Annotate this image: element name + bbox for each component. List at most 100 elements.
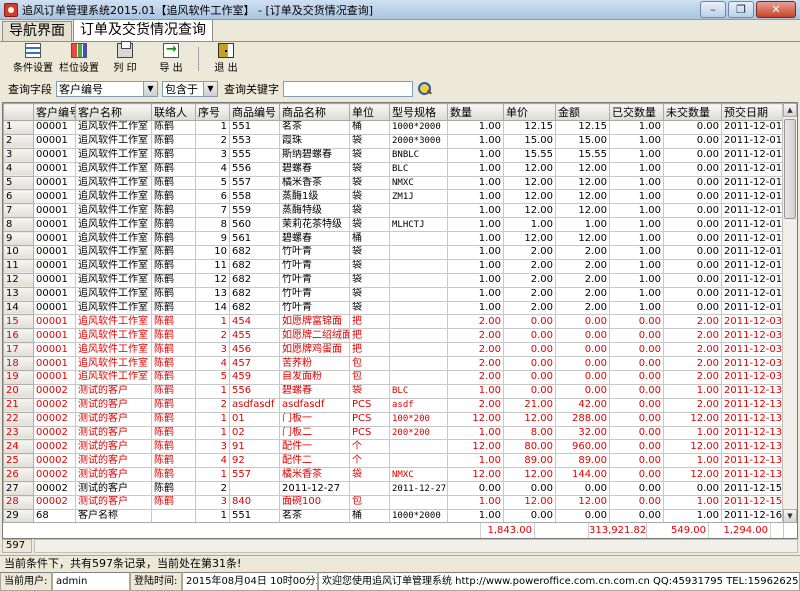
column-header[interactable]: 序号 <box>195 103 230 121</box>
cell-date[interactable]: 2011-12-01 <box>721 217 784 233</box>
cell-cname[interactable]: 追风软件工作室 <box>75 258 152 274</box>
table-row[interactable]: 24 00002 测试的客户 陈鹤 3 91 配件一个 12.00 80.00 960.00 0.0… <box>3 439 784 455</box>
cell-pid[interactable]: 91 <box>229 439 280 455</box>
cell-pid[interactable]: 459 <box>229 370 280 385</box>
cell-pname[interactable]: 霞珠 <box>279 133 350 149</box>
table-row[interactable]: 26 00002 测试的客户 陈鹤 1 557 橘米香茶袋 NMXC 12.00 12.00 144… <box>3 467 784 483</box>
cell-price[interactable]: 2.00 <box>503 272 556 288</box>
query-keyword-input[interactable] <box>283 81 413 97</box>
table-row[interactable]: 5 00001 追风软件工作室 陈鹤 5 557 橘米香茶袋 NMXC 1.00 12.00 12.… <box>3 175 784 191</box>
table-row[interactable]: 27 00002 测试的客户 陈鹤 2 2011-12-27 2011-12-27 0.00 0… <box>3 481 784 497</box>
cell-pid[interactable]: 455 <box>229 328 280 344</box>
cell-pname[interactable]: 2011-12-27 <box>279 481 350 497</box>
cell-done[interactable]: 0.00 <box>609 411 664 427</box>
cell-amt[interactable]: 42.00 <box>555 397 610 413</box>
cell-unit[interactable]: 把 <box>349 328 390 344</box>
minimize-button[interactable]: – <box>700 1 726 18</box>
cell-seq[interactable]: 9 <box>195 231 230 247</box>
cell-date[interactable]: 2011-12-13 <box>721 411 784 427</box>
table-row[interactable]: 23 00002 测试的客户 陈鹤 1 02 门板二 PCS 200*200 1.00 8.00 32… <box>3 425 784 441</box>
cell-contact[interactable]: 陈鹤 <box>151 175 196 191</box>
cell-unit[interactable]: 袋 <box>349 258 390 274</box>
cell-cname[interactable]: 测试的客户 <box>75 467 152 483</box>
cell-spec[interactable] <box>389 342 448 358</box>
cell-undone[interactable]: 0.00 <box>663 120 722 135</box>
cell-spec[interactable]: 2000*3000 <box>389 133 448 149</box>
cell-price[interactable]: 8.00 <box>503 425 556 441</box>
cell-cid[interactable]: 00001 <box>33 300 76 316</box>
cell-amt[interactable]: 0.00 <box>555 481 610 497</box>
column-header[interactable]: 预交日期 <box>721 103 784 121</box>
cell-qty[interactable]: 1.00 <box>447 425 504 441</box>
cell-unit[interactable]: 袋 <box>349 272 390 288</box>
cell-contact[interactable]: 陈鹤 <box>151 300 196 316</box>
tab-navigation[interactable]: 导航界面 <box>2 21 72 41</box>
cell-spec[interactable] <box>389 272 448 288</box>
table-row[interactable]: 25 00002 测试的客户 陈鹤 4 92 配件二个 1.00 89.00 89.00 0.00 1… <box>3 453 784 469</box>
cell-date[interactable]: 2011-12-13 <box>721 397 784 413</box>
cell-qty[interactable]: 1.00 <box>447 272 504 288</box>
cell-spec[interactable]: BLC <box>389 161 448 177</box>
cell-price[interactable]: 0.00 <box>503 370 556 385</box>
cell-done[interactable]: 0.00 <box>609 439 664 455</box>
cell-pname[interactable]: 橘米香茶 <box>279 175 350 191</box>
cell-price[interactable]: 15.00 <box>503 133 556 149</box>
cell-unit[interactable]: PCS <box>349 425 390 441</box>
cell-date[interactable]: 2011-12-01 <box>721 147 784 163</box>
column-header[interactable]: 商品编号 <box>229 103 280 121</box>
cell-qty[interactable]: 2.00 <box>447 328 504 344</box>
row-number[interactable]: 1 <box>3 120 34 135</box>
cell-cid[interactable]: 00002 <box>33 467 76 483</box>
row-number[interactable]: 11 <box>3 258 34 274</box>
cell-seq[interactable]: 1 <box>195 383 230 399</box>
restore-button[interactable]: ❐ <box>728 1 754 18</box>
cell-date[interactable]: 2011-12-01 <box>721 161 784 177</box>
cell-date[interactable]: 2011-12-15 <box>721 481 784 497</box>
cell-pid[interactable]: 553 <box>229 133 280 149</box>
cell-amt[interactable]: 2.00 <box>555 300 610 316</box>
cell-price[interactable]: 12.00 <box>503 495 556 510</box>
cell-pid[interactable]: 557 <box>229 175 280 191</box>
cell-amt[interactable]: 2.00 <box>555 258 610 274</box>
cell-unit[interactable]: 袋 <box>349 189 390 205</box>
cell-unit[interactable]: 袋 <box>349 245 390 260</box>
cell-unit[interactable]: 桶 <box>349 120 390 135</box>
cell-pname[interactable]: 碧螺春 <box>279 383 350 399</box>
condition-settings-button[interactable]: 条件设置 <box>10 43 56 75</box>
cell-date[interactable]: 2011-12-03 <box>721 328 784 344</box>
cell-price[interactable]: 21.00 <box>503 397 556 413</box>
row-number[interactable]: 10 <box>3 245 34 260</box>
cell-spec[interactable] <box>389 203 448 219</box>
cell-qty[interactable]: 2.00 <box>447 397 504 413</box>
cell-undone[interactable]: 0.00 <box>663 175 722 191</box>
cell-undone[interactable]: 0.00 <box>663 161 722 177</box>
cell-cid[interactable]: 00001 <box>33 328 76 344</box>
cell-spec[interactable]: BNBLC <box>389 147 448 163</box>
cell-cid[interactable]: 00001 <box>33 120 76 135</box>
cell-unit[interactable]: 把 <box>349 314 390 330</box>
cell-cname[interactable]: 测试的客户 <box>75 495 152 510</box>
cell-pid[interactable]: 682 <box>229 286 280 302</box>
cell-date[interactable]: 2011-12-01 <box>721 300 784 316</box>
cell-cname[interactable]: 测试的客户 <box>75 439 152 455</box>
cell-unit[interactable]: 袋 <box>349 175 390 191</box>
row-number[interactable]: 26 <box>3 467 34 483</box>
cell-contact[interactable]: 陈鹤 <box>151 356 196 372</box>
cell-pname[interactable]: 碧螺春 <box>279 161 350 177</box>
cell-cname[interactable]: 追风软件工作室 <box>75 203 152 219</box>
column-header[interactable]: 金额 <box>555 103 610 121</box>
cell-pid[interactable]: 682 <box>229 300 280 316</box>
cell-seq[interactable]: 1 <box>195 411 230 427</box>
cell-done[interactable]: 0.00 <box>609 425 664 441</box>
table-row[interactable]: 7 00001 追风软件工作室 陈鹤 7 559 蒸酶特级袋 1.00 12.00 12.00 1.… <box>3 203 784 219</box>
row-number[interactable]: 20 <box>3 383 34 399</box>
cell-unit[interactable]: 袋 <box>349 383 390 399</box>
cell-pname[interactable]: 如愿牌富锦面 <box>279 314 350 330</box>
cell-undone[interactable]: 2.00 <box>663 342 722 358</box>
cell-cid[interactable]: 00001 <box>33 147 76 163</box>
cell-qty[interactable]: 1.00 <box>447 161 504 177</box>
cell-cname[interactable]: 追风软件工作室 <box>75 120 152 135</box>
cell-cname[interactable]: 追风软件工作室 <box>75 175 152 191</box>
cell-contact[interactable]: 陈鹤 <box>151 161 196 177</box>
table-row[interactable]: 13 00001 追风软件工作室 陈鹤 13 682 竹叶青袋 1.00 2.00 2.00 1.0… <box>3 286 784 302</box>
